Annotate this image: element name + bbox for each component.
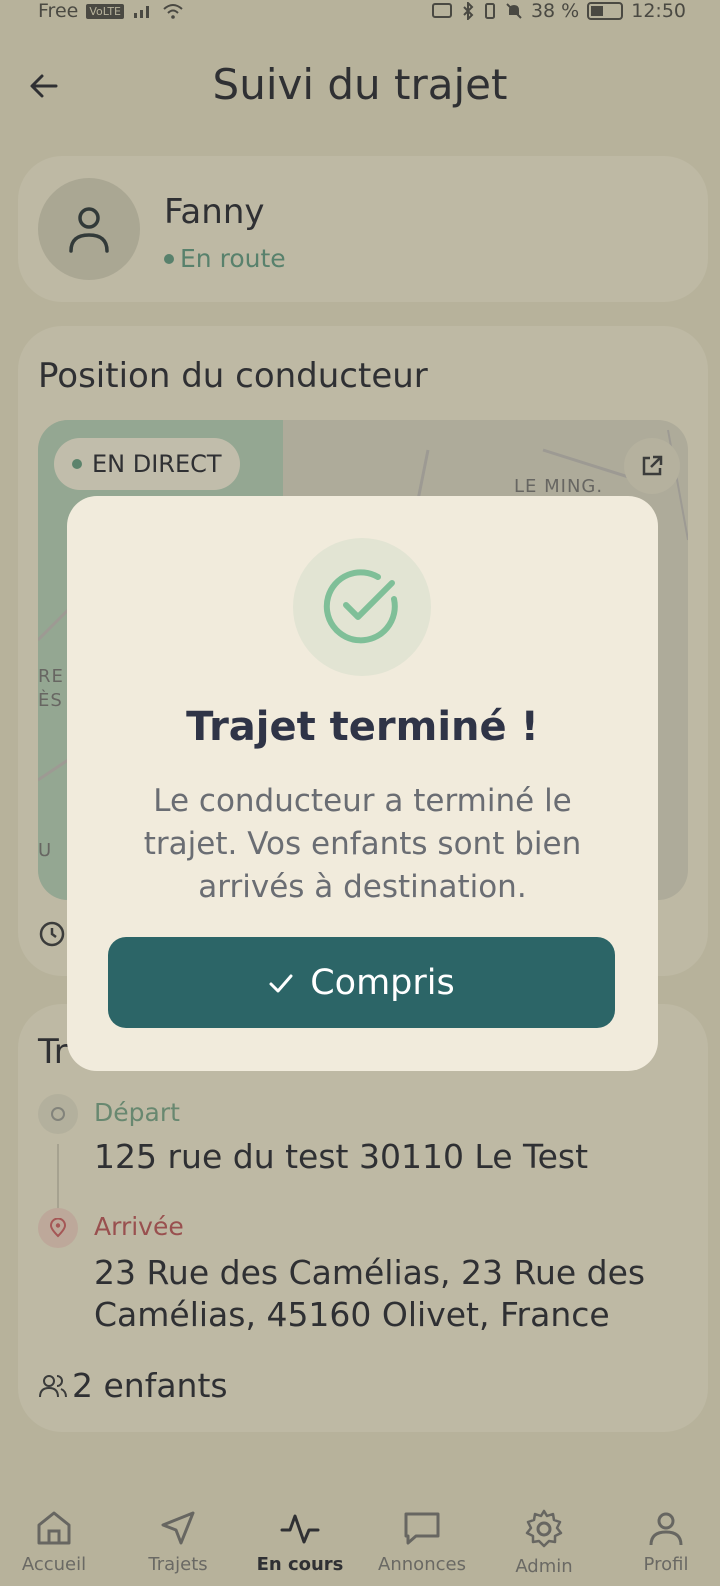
trip-completed-dialog: Trajet terminé ! Le conducteur a terminé… [67, 496, 658, 1071]
dialog-message-line: arrivés à destination. [198, 869, 527, 905]
dialog-message-line: Le conducteur a terminé le [153, 783, 572, 819]
dialog-message: Le conducteur a terminé le trajet. Vos e… [107, 780, 618, 909]
success-badge [293, 538, 431, 676]
confirm-button[interactable]: Compris [108, 937, 615, 1028]
dialog-title: Trajet terminé ! [186, 704, 539, 750]
check-circle-icon [323, 569, 398, 644]
checkmark-icon [269, 974, 293, 992]
dialog-message-line: trajet. Vos enfants sont bien [143, 826, 582, 862]
confirm-button-label: Compris [310, 962, 455, 1003]
screen: Free VoLTE 38 % 12:50 Suivi du trajet Fa… [0, 0, 720, 1586]
